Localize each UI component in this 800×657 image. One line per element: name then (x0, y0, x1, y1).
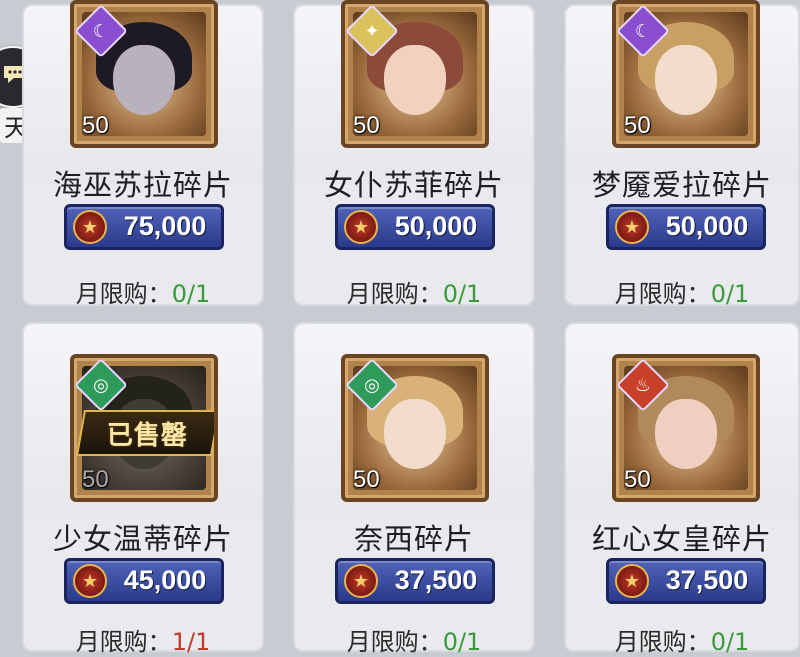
shop-item-card[interactable]: ☾ 50 海巫苏拉碎片 ★ 75,000 月限购：0/1 (22, 0, 264, 308)
hero-portrait: ☾ 50 (612, 0, 760, 148)
level-label: 50 (624, 112, 651, 139)
purchase-limit: 月限购：0/1 (614, 280, 750, 308)
medal-currency-icon: ★ (344, 564, 378, 598)
buy-price-button[interactable]: ★ 50,000 (335, 204, 495, 250)
price-amount: 37,500 (665, 565, 749, 595)
level-label: 50 (624, 466, 651, 493)
price-amount: 45,000 (123, 565, 207, 595)
price-amount: 50,000 (665, 211, 749, 241)
level-label: 50 (82, 466, 109, 493)
item-name: 海巫苏拉碎片 (52, 168, 233, 202)
shop-item-card[interactable]: ◎ 50 奈西碎片 ★ 37,500 月限购：0/1 (293, 322, 535, 656)
buy-price-button[interactable]: ★ 75,000 (64, 204, 224, 250)
level-label: 50 (353, 466, 380, 493)
hero-portrait: ♨ 50 (612, 354, 760, 502)
buy-price-button[interactable]: ★ 45,000 (64, 558, 224, 604)
shop-item-card[interactable]: ✦ 50 女仆苏菲碎片 ★ 50,000 月限购：0/1 (293, 0, 535, 308)
item-name: 梦魇爱拉碎片 (591, 168, 772, 202)
purchase-limit: 月限购：1/1 (75, 628, 211, 656)
shop-item-card[interactable]: ♨ 50 红心女皇碎片 ★ 37,500 月限购：0/1 (564, 322, 800, 656)
buy-price-button[interactable]: ★ 37,500 (335, 558, 495, 604)
purchase-limit: 月限购：0/1 (75, 280, 211, 308)
hero-portrait: ☾ 50 (70, 0, 218, 148)
medal-currency-icon: ★ (73, 210, 107, 244)
level-label: 50 (353, 112, 380, 139)
buy-price-button[interactable]: ★ 50,000 (606, 204, 766, 250)
shop-item-card[interactable]: ☾ 50 梦魇爱拉碎片 ★ 50,000 月限购：0/1 (564, 0, 800, 308)
item-name: 奈西碎片 (353, 522, 474, 556)
price-amount: 75,000 (123, 211, 207, 241)
purchase-limit: 月限购：0/1 (346, 628, 482, 656)
purchase-limit: 月限购：0/1 (614, 628, 750, 656)
hero-portrait: ◎ 50 (341, 354, 489, 502)
item-name: 少女温蒂碎片 (52, 522, 233, 556)
purchase-limit: 月限购：0/1 (346, 280, 482, 308)
sold-out-banner: 已售罄 (75, 410, 214, 456)
hero-portrait: ◎ 50 已售罄 (70, 354, 218, 502)
shop-item-card[interactable]: ◎ 50 已售罄 少女温蒂碎片 ★ 45,000 月限购：1/1 (22, 322, 264, 656)
medal-currency-icon: ★ (73, 564, 107, 598)
level-label: 50 (82, 112, 109, 139)
price-amount: 50,000 (394, 211, 478, 241)
item-name: 女仆苏菲碎片 (323, 168, 504, 202)
hero-portrait: ✦ 50 (341, 0, 489, 148)
item-name: 红心女皇碎片 (591, 522, 772, 556)
buy-price-button[interactable]: ★ 37,500 (606, 558, 766, 604)
medal-currency-icon: ★ (615, 210, 649, 244)
medal-currency-icon: ★ (344, 210, 378, 244)
medal-currency-icon: ★ (615, 564, 649, 598)
price-amount: 37,500 (394, 565, 478, 595)
